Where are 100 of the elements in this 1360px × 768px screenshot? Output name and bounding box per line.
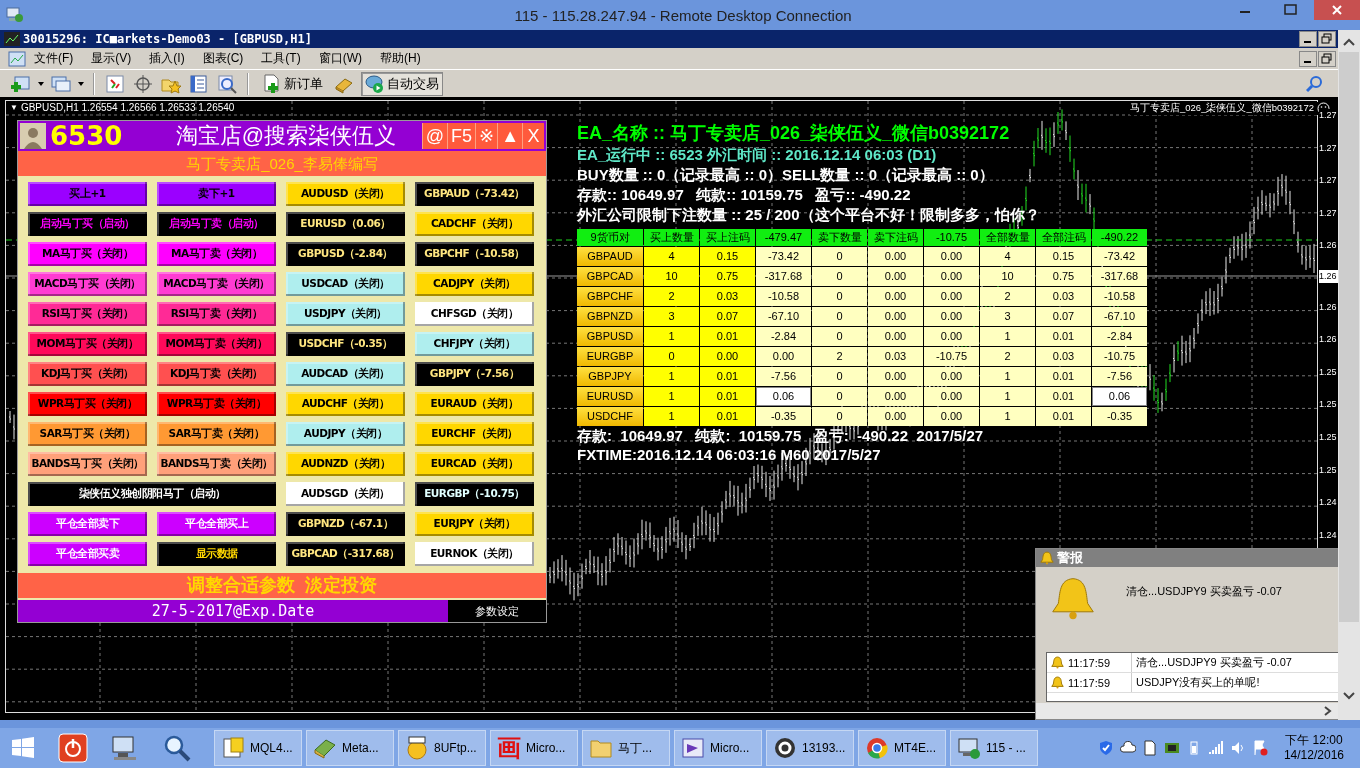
trade-button[interactable]: MOM马丁卖（关闭） — [157, 332, 276, 356]
ea-name-label: 马丁专卖店_026_柒侠伍义_微信b0392172 — [1130, 102, 1314, 115]
restore-icon[interactable] — [1318, 50, 1336, 67]
table-cell: -2.84 — [756, 327, 811, 346]
trade-button[interactable]: SAR马丁买（关闭） — [28, 422, 147, 446]
trade-button[interactable]: 平仓全部买上 — [157, 512, 276, 536]
menu-item[interactable]: 工具(T) — [253, 50, 311, 67]
menu-item[interactable]: 窗口(W) — [310, 50, 372, 67]
shield-icon[interactable] — [1097, 740, 1114, 756]
trade-button[interactable]: MACD马丁卖（关闭） — [157, 272, 276, 296]
trade-button[interactable]: 启动马丁买（启动） — [28, 212, 147, 236]
trade-button[interactable]: SAR马丁卖（关闭） — [157, 422, 276, 446]
taskbar-button[interactable]: Micro... — [674, 730, 762, 766]
trade-button[interactable]: BANDS马丁卖（关闭） — [157, 452, 276, 476]
cloud-icon[interactable] — [1119, 740, 1136, 756]
table-cell: 0.00 — [924, 247, 979, 266]
trade-button[interactable]: EURGBP（-10.75） — [415, 482, 534, 506]
signal-icon[interactable] — [1207, 740, 1224, 756]
menu-item[interactable]: 图表(C) — [194, 50, 254, 67]
trade-button[interactable]: USDCAD（关闭） — [286, 272, 405, 296]
taskbar-button[interactable]: MQL4... — [214, 730, 302, 766]
taskbar-button[interactable]: 13193... — [766, 730, 854, 766]
trade-button[interactable]: EURCHF（关闭） — [415, 422, 534, 446]
trade-button[interactable]: 显示数据 — [157, 542, 276, 566]
horizontal-scrollbar[interactable] — [1036, 703, 1338, 719]
chip-icon[interactable] — [1163, 740, 1180, 756]
add-chart-icon[interactable] — [10, 73, 32, 94]
trade-button[interactable]: CADCHF（关闭） — [415, 212, 534, 236]
trade-button[interactable]: KDJ马丁买（关闭） — [28, 362, 147, 386]
trade-button[interactable]: AUDCHF（关闭） — [286, 392, 405, 416]
taskbar-button[interactable]: 马丁... — [582, 730, 670, 766]
trade-button[interactable]: EURJPY（关闭） — [415, 512, 534, 536]
bell-icon — [1051, 676, 1064, 689]
trade-button[interactable]: GBPJPY（-7.56） — [415, 362, 534, 386]
trade-button[interactable]: 卖下+1 — [157, 182, 276, 206]
trade-button[interactable]: BANDS马丁买（关闭） — [28, 452, 147, 476]
taskbar-button[interactable]: Meta... — [306, 730, 394, 766]
search-icon[interactable] — [1306, 74, 1324, 93]
trade-button[interactable]: GBPCAD（-317.68） — [286, 542, 405, 566]
trade-button[interactable]: RSI马丁卖（关闭） — [157, 302, 276, 326]
flag-icon[interactable] — [1251, 740, 1268, 756]
trade-button[interactable]: CADJPY（关闭） — [415, 272, 534, 296]
menu-item[interactable]: 插入(I) — [141, 50, 195, 67]
taskbar-button[interactable]: 8UFtp... — [398, 730, 486, 766]
trade-button[interactable]: AUDJPY（关闭） — [286, 422, 405, 446]
trade-button[interactable]: 平仓全部卖下 — [28, 512, 147, 536]
taskbar-button[interactable]: 115 - ... — [950, 730, 1038, 766]
magnifier-icon[interactable] — [216, 73, 238, 94]
settings-button[interactable]: 参数设定 — [448, 600, 546, 622]
trade-button[interactable]: AUDUSD（关闭） — [286, 182, 405, 206]
trade-button[interactable]: 买上+1 — [28, 182, 147, 206]
trade-button[interactable]: GBPUSD（-2.84） — [286, 242, 405, 266]
trade-button[interactable]: GBPAUD（-73.42） — [415, 182, 534, 206]
table-cell: 0.00 — [924, 387, 979, 406]
new-order-button[interactable]: 新订单 — [258, 71, 327, 96]
dropdown-glyph[interactable]: ▼ — [10, 103, 18, 112]
trade-button[interactable]: EURCAD（关闭） — [415, 452, 534, 476]
trade-button[interactable]: GBPCHF（-10.58） — [415, 242, 534, 266]
trade-button[interactable]: EURAUD（关闭） — [415, 392, 534, 416]
trade-button[interactable]: EURNOK（关闭） — [415, 542, 534, 566]
auto-trading-button[interactable]: 自动交易 — [361, 71, 443, 96]
close-icon[interactable] — [1314, 0, 1360, 20]
minimize-icon[interactable] — [1299, 50, 1317, 67]
document-icon[interactable] — [1141, 740, 1158, 756]
trade-button[interactable]: MA马丁买（关闭） — [28, 242, 147, 266]
trade-button[interactable]: AUDNZD（关闭） — [286, 452, 405, 476]
taskbar-button[interactable]: 画 Micro... — [490, 730, 578, 766]
trade-button[interactable]: AUDSGD（关闭） — [286, 482, 405, 506]
trade-button[interactable]: WPR马丁买（关闭） — [28, 392, 147, 416]
menu-item[interactable]: 帮助(H) — [372, 50, 431, 67]
windows-icon[interactable] — [50, 73, 72, 94]
power-icon[interactable] — [58, 733, 88, 763]
vertical-scrollbar[interactable] — [1338, 30, 1360, 720]
windows-logo-icon[interactable] — [10, 735, 36, 761]
trade-button[interactable]: 柒侠伍义独创阴阳马丁（启动） — [28, 482, 276, 506]
menu-item[interactable]: 显示(V) — [83, 50, 142, 67]
trade-button[interactable]: KDJ马丁卖（关闭） — [157, 362, 276, 386]
restore-icon[interactable] — [1318, 31, 1336, 47]
arrows-icon[interactable] — [104, 73, 126, 94]
trade-button[interactable]: CHFSGD（关闭） — [415, 302, 534, 326]
taskbar-button[interactable]: MT4E... — [858, 730, 946, 766]
minimize-icon[interactable] — [1299, 31, 1317, 47]
trade-button[interactable]: RSI马丁买（关闭） — [28, 302, 147, 326]
trade-button[interactable]: MACD马丁买（关闭） — [28, 272, 147, 296]
trade-button[interactable]: CHFJPY（关闭） — [415, 332, 534, 356]
trade-button[interactable]: EURUSD（0.06） — [286, 212, 405, 236]
trade-button[interactable]: USDJPY（关闭） — [286, 302, 405, 326]
trade-button[interactable]: 启动马丁卖（启动） — [157, 212, 276, 236]
menu-item[interactable]: 文件(F) — [26, 50, 84, 67]
list-icon[interactable] — [188, 73, 210, 94]
trade-button[interactable]: 平仓全部买卖 — [28, 542, 147, 566]
search-icon[interactable] — [162, 733, 192, 763]
crosshair-icon[interactable] — [132, 73, 154, 94]
trade-button[interactable]: USDCHF（-0.35） — [286, 332, 405, 356]
trade-button[interactable]: WPR马丁卖（关闭） — [157, 392, 276, 416]
trade-button[interactable]: AUDCAD（关闭） — [286, 362, 405, 386]
trade-button[interactable]: MOM马丁买（关闭） — [28, 332, 147, 356]
speaker-icon[interactable] — [1229, 740, 1246, 756]
trade-button[interactable]: GBPNZD（-67.1） — [286, 512, 405, 536]
trade-button[interactable]: MA马丁卖（关闭） — [157, 242, 276, 266]
